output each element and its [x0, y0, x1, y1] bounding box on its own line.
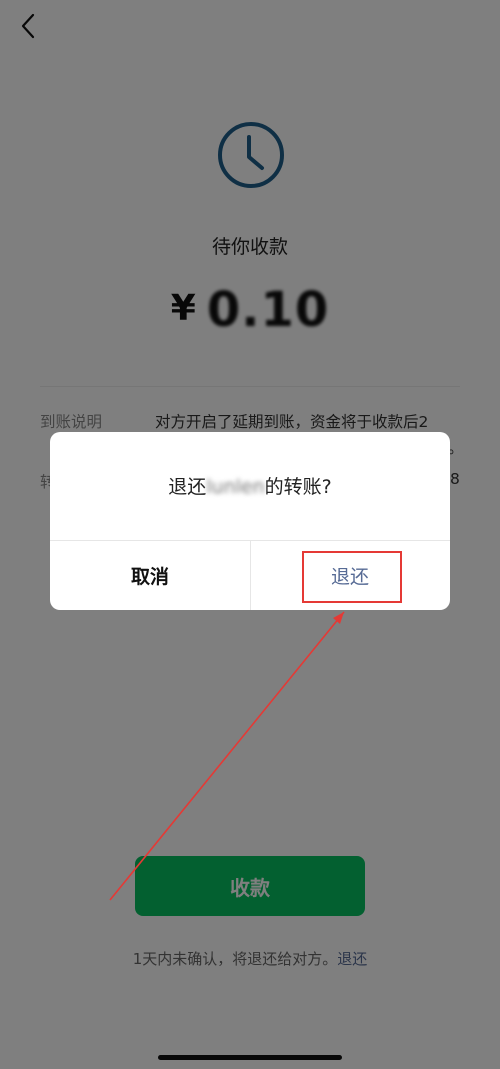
annotation-highlight-box	[302, 551, 402, 603]
cancel-button[interactable]: 取消	[50, 540, 250, 610]
dialog-title-prefix: 退还	[168, 476, 207, 498]
dialog-title-suffix: 的转账?	[264, 476, 332, 498]
dialog-title: 退还lunlen的转账?	[50, 472, 450, 499]
dialog-title-name: lunlen	[206, 476, 265, 498]
